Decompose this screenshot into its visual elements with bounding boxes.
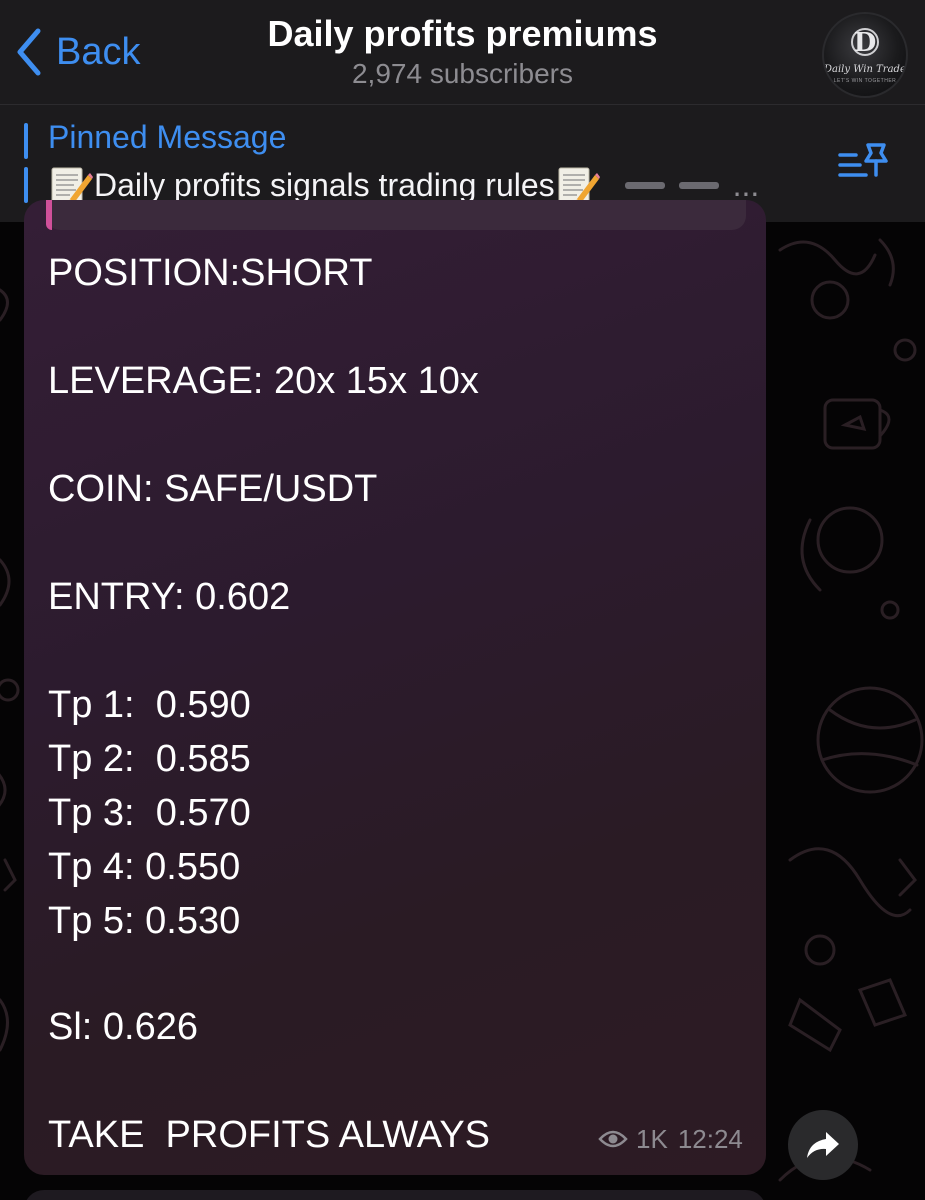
memo-icon bbox=[555, 165, 601, 205]
pinned-title: Pinned Message bbox=[48, 119, 287, 155]
forward-button[interactable] bbox=[788, 1110, 858, 1180]
message-line: COIN: SAFE/USDT bbox=[48, 468, 378, 510]
channel-avatar[interactable]: D Daily Win Trades LET'S WIN TOGETHER bbox=[822, 12, 908, 98]
message-bubble[interactable]: POSITION:SHORT LEVERAGE: 20x 15x 10x COI… bbox=[24, 200, 766, 1175]
channel-info[interactable]: Daily profits premiums 2,974 subscribers bbox=[200, 12, 725, 92]
avatar-brand: Daily Win Trades bbox=[824, 64, 908, 75]
next-message-bubble[interactable] bbox=[24, 1190, 766, 1200]
message-line: POSITION:SHORT bbox=[48, 252, 373, 294]
message-line: Tp 5: 0.530 bbox=[48, 900, 241, 942]
back-label: Back bbox=[56, 30, 141, 73]
pinned-text: Daily profits signals trading rules bbox=[94, 167, 555, 203]
avatar-tagline: LET'S WIN TOGETHER bbox=[833, 78, 897, 84]
forward-arrow-icon bbox=[807, 1132, 839, 1158]
message-line: Tp 3: 0.570 bbox=[48, 792, 251, 834]
message-line: Tp 1: 0.590 bbox=[48, 684, 251, 726]
chat-header: Back Daily profits premiums 2,974 subscr… bbox=[0, 0, 925, 105]
pinned-dashes: ... bbox=[624, 165, 760, 205]
message-line: TAKE PROFITS ALWAYS bbox=[48, 1114, 491, 1156]
view-count: 1K bbox=[636, 1123, 668, 1154]
message-meta: 1K 12:24 bbox=[598, 1122, 743, 1156]
pin-indicator bbox=[24, 123, 28, 159]
avatar-letter: D bbox=[853, 28, 877, 58]
eye-icon bbox=[598, 1130, 628, 1148]
back-button[interactable]: Back bbox=[14, 22, 140, 82]
pinned-list-icon[interactable] bbox=[836, 141, 890, 187]
subscriber-count: 2,974 subscribers bbox=[351, 58, 573, 89]
message-line: Tp 4: 0.550 bbox=[48, 846, 241, 888]
channel-title: Daily profits premiums bbox=[267, 13, 658, 54]
message-line: Sl: 0.626 bbox=[48, 1006, 198, 1048]
memo-icon bbox=[48, 165, 94, 205]
message-line: LEVERAGE: 20x 15x 10x bbox=[48, 360, 479, 402]
pin-indicator-active bbox=[24, 167, 28, 203]
message-line: ENTRY: 0.602 bbox=[48, 576, 291, 618]
dash bbox=[624, 181, 665, 189]
chevron-left-icon bbox=[17, 28, 41, 76]
dash bbox=[678, 181, 719, 189]
chat-screen: Back Daily profits premiums 2,974 subscr… bbox=[0, 0, 925, 1200]
reply-accent bbox=[46, 200, 52, 230]
message-line: Tp 2: 0.585 bbox=[48, 738, 251, 780]
message-time: 12:24 bbox=[677, 1123, 743, 1154]
pinned-text-row: Daily profits signals trading rules ... bbox=[48, 165, 818, 205]
reply-preview[interactable] bbox=[46, 200, 746, 230]
pinned-ellipsis: ... bbox=[732, 167, 760, 203]
